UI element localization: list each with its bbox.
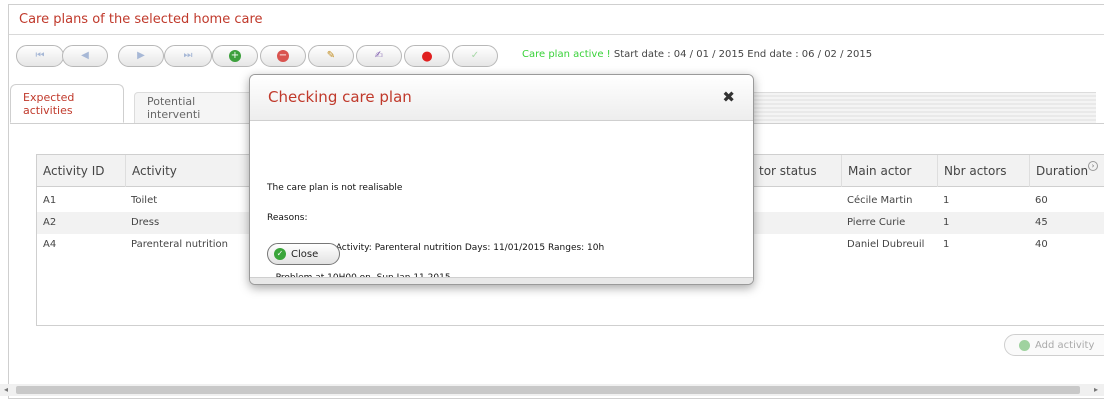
status-active-text: Care plan active !: [522, 49, 611, 60]
tab-expected-activities[interactable]: Expected activities: [10, 84, 124, 123]
cell-activity-id: A2: [43, 217, 57, 228]
cell-nbr-actors: 1: [943, 195, 950, 206]
notes-button[interactable]: ✍: [356, 45, 402, 67]
column-duration[interactable]: Duration: [1029, 155, 1104, 187]
column-chooser-icon[interactable]: ›: [1088, 161, 1098, 171]
first-icon: ⏮: [35, 50, 45, 61]
dialog-title: Checking care plan: [268, 88, 412, 106]
add-activity-label: Add activity: [1035, 339, 1095, 351]
stop-button[interactable]: ●: [404, 45, 450, 67]
next-icon: ▶: [137, 50, 145, 61]
tab-strip-filler: [750, 92, 1096, 123]
checking-care-plan-dialog: Checking care plan ✖ The care plan is no…: [249, 74, 754, 285]
last-icon: ⏭: [183, 50, 193, 61]
column-nbr-actors[interactable]: Nbr actors: [937, 155, 1029, 187]
scroll-right-icon[interactable]: ▸: [1094, 384, 1098, 396]
message-line: The care plan is not realisable: [267, 183, 403, 193]
close-button[interactable]: ✓ Close: [267, 243, 340, 265]
cell-activity-id: A4: [43, 239, 57, 250]
remove-button[interactable]: −: [260, 45, 306, 67]
status-dates-text: Start date : 04 / 01 / 2015 End date : 0…: [610, 49, 873, 60]
validate-icon: ✓: [470, 50, 480, 61]
cell-main-actor: Daniel Dubreuil: [847, 239, 925, 250]
close-icon[interactable]: ✖: [722, 88, 735, 106]
cell-activity: Toilet: [131, 195, 158, 206]
column-activity-id[interactable]: Activity ID: [37, 155, 125, 187]
cell-duration: 40: [1035, 239, 1048, 250]
edit-button[interactable]: ✎: [308, 45, 354, 67]
column-main-actor[interactable]: Main actor: [841, 155, 937, 187]
notes-icon: ✍: [374, 50, 384, 61]
next-button[interactable]: ▶: [118, 45, 164, 67]
validate-button[interactable]: ✓: [452, 45, 498, 67]
cell-duration: 45: [1035, 217, 1048, 228]
check-icon: ✓: [274, 248, 286, 260]
remove-icon: −: [277, 50, 289, 62]
tab-potential-interventions[interactable]: Potential interventi: [134, 92, 264, 123]
horizontal-scrollbar[interactable]: ◂ ▸: [0, 384, 1104, 396]
dialog-message: The care plan is not realisable Reasons:…: [267, 163, 604, 284]
dialog-footer: [250, 277, 753, 284]
cell-duration: 60: [1035, 195, 1048, 206]
add-activity-button[interactable]: Add activity: [1004, 334, 1104, 356]
scroll-thumb[interactable]: [16, 386, 1080, 394]
cell-nbr-actors: 1: [943, 217, 950, 228]
column-actor-status[interactable]: tor status: [753, 155, 841, 187]
close-button-label: Close: [291, 248, 319, 260]
care-plan-status: Care plan active ! Start date : 04 / 01 …: [522, 49, 872, 60]
cell-activity: Dress: [131, 217, 160, 228]
message-line: Reasons:: [267, 213, 308, 223]
add-activity-icon: [1019, 339, 1030, 351]
stop-icon: ●: [421, 48, 433, 64]
cell-main-actor: Cécile Martin: [847, 195, 913, 206]
dialog-header: Checking care plan ✖: [250, 75, 753, 121]
title-divider: [9, 34, 1104, 35]
edit-icon: ✎: [326, 50, 336, 61]
cell-nbr-actors: 1: [943, 239, 950, 250]
scroll-left-icon[interactable]: ◂: [4, 384, 8, 396]
cell-main-actor: Pierre Curie: [847, 217, 906, 228]
panel-title: Care plans of the selected home care: [19, 12, 263, 27]
previous-icon: ◀: [81, 50, 89, 61]
add-icon: +: [229, 50, 241, 62]
first-button[interactable]: ⏮: [16, 45, 64, 67]
cell-activity: Parenteral nutrition: [131, 239, 229, 250]
last-button[interactable]: ⏭: [164, 45, 212, 67]
previous-button[interactable]: ◀: [62, 45, 108, 67]
add-button[interactable]: +: [212, 45, 258, 67]
cell-activity-id: A1: [43, 195, 57, 206]
